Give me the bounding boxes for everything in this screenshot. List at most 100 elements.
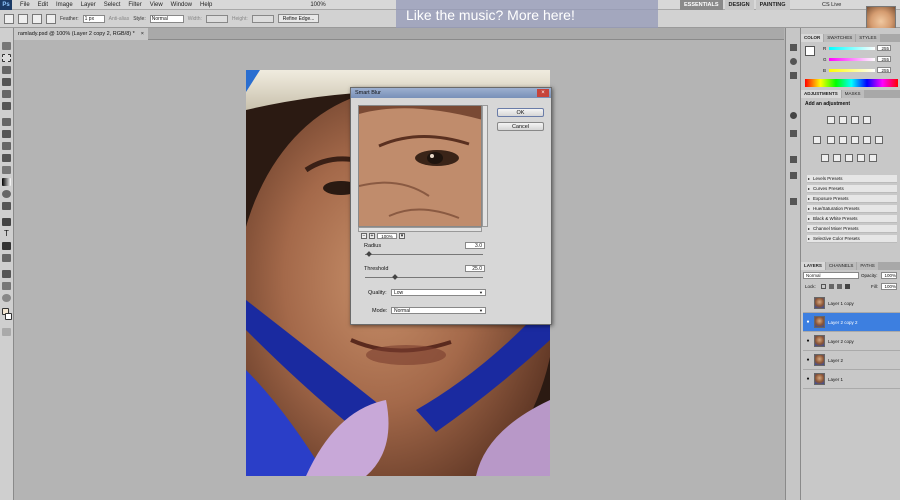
invert-icon[interactable] — [821, 154, 829, 162]
blur-tool-icon[interactable] — [2, 190, 11, 198]
subtract-selection-icon[interactable] — [46, 13, 56, 24]
cs-live-button[interactable]: CS Live — [822, 0, 841, 10]
crop-tool-icon[interactable] — [2, 90, 11, 98]
radius-slider-track[interactable] — [365, 254, 483, 255]
workspace-design[interactable]: DESIGN — [724, 0, 754, 10]
preset-black-white[interactable]: Black & White Presets — [807, 215, 897, 223]
info-panel-icon[interactable] — [790, 112, 797, 119]
feather-input[interactable]: 1 px — [82, 14, 105, 23]
paragraph-panel-icon[interactable] — [790, 198, 797, 205]
background-color-swatch[interactable] — [5, 313, 12, 320]
marquee-tool-icon[interactable] — [2, 54, 11, 62]
menu-file[interactable]: File — [16, 0, 34, 10]
threshold-slider-track[interactable] — [365, 277, 483, 278]
brush-tool-icon[interactable] — [2, 130, 11, 138]
opacity-input[interactable]: 100% — [881, 272, 897, 279]
tab-swatches[interactable]: SWATCHES — [824, 34, 856, 42]
zoom-menu-chevron-icon[interactable]: ▾ — [399, 233, 405, 239]
vibrance-icon[interactable] — [813, 136, 821, 144]
lock-image-icon[interactable] — [829, 284, 834, 289]
preset-channel-mixer[interactable]: Channel Mixer Presets — [807, 225, 897, 233]
menu-view[interactable]: View — [146, 0, 167, 10]
curves-icon[interactable] — [851, 116, 859, 124]
quick-select-tool-icon[interactable] — [2, 78, 11, 86]
height-input[interactable] — [251, 14, 274, 23]
character-panel-icon[interactable] — [790, 72, 797, 79]
tab-styles[interactable]: STYLES — [856, 34, 880, 42]
clone-stamp-tool-icon[interactable] — [2, 142, 11, 150]
preset-hue-saturation[interactable]: Hue/Saturation Presets — [807, 205, 897, 213]
hand-tool-icon[interactable] — [2, 282, 11, 290]
menu-image[interactable]: Image — [52, 0, 77, 10]
menu-select[interactable]: Select — [100, 0, 125, 10]
tab-adjustments[interactable]: ADJUSTMENTS — [801, 90, 841, 98]
menu-help[interactable]: Help — [196, 0, 216, 10]
dialog-title[interactable]: Smart Blur — [351, 88, 551, 98]
quick-mask-icon[interactable] — [2, 328, 11, 336]
black-white-icon[interactable] — [851, 136, 859, 144]
tab-paths[interactable]: PATHS — [857, 262, 878, 270]
workspace-painting[interactable]: PAINTING — [755, 0, 790, 10]
layer-row[interactable]: Layer 1 copy — [803, 294, 900, 313]
menu-layer[interactable]: Layer — [77, 0, 100, 10]
gradient-tool-icon[interactable] — [2, 178, 11, 186]
actions-panel-icon[interactable] — [790, 58, 797, 65]
blend-mode-select[interactable]: Normal — [803, 272, 859, 279]
threshold-icon[interactable] — [845, 154, 853, 162]
add-selection-icon[interactable] — [32, 13, 42, 24]
filter-preview[interactable] — [358, 105, 482, 227]
zoom-out-button[interactable]: − — [361, 233, 367, 239]
radius-slider-thumb[interactable] — [365, 251, 372, 257]
hue-saturation-icon[interactable] — [827, 136, 835, 144]
visibility-eye-icon[interactable]: ● — [805, 338, 811, 344]
selective-color-icon[interactable] — [869, 154, 877, 162]
move-tool-icon[interactable] — [2, 42, 11, 50]
tab-layers[interactable]: LAYERS — [801, 262, 825, 270]
clone-source-panel-icon[interactable] — [790, 172, 797, 179]
anti-alias-checkbox[interactable]: Anti-alias — [109, 16, 130, 22]
type-tool-icon[interactable]: T — [2, 230, 11, 238]
document-tab[interactable]: ramlady.psd @ 100% (Layer 2 copy 2, RGB/… — [14, 28, 148, 40]
color-spectrum-bar[interactable] — [805, 79, 898, 87]
color-balance-icon[interactable] — [839, 136, 847, 144]
posterize-icon[interactable] — [833, 154, 841, 162]
channel-g-value[interactable]: 255 — [877, 56, 891, 62]
new-selection-icon[interactable] — [18, 13, 28, 24]
gradient-map-icon[interactable] — [857, 154, 865, 162]
exposure-icon[interactable] — [863, 116, 871, 124]
layer-row[interactable]: ● Layer 2 copy — [803, 332, 900, 351]
menu-edit[interactable]: Edit — [34, 0, 52, 10]
history-panel-icon[interactable] — [790, 44, 797, 51]
visibility-eye-icon[interactable]: ● — [805, 319, 811, 325]
close-tab-icon[interactable]: × — [141, 28, 144, 40]
preset-exposure[interactable]: Exposure Presets — [807, 195, 897, 203]
cancel-button[interactable]: Cancel — [497, 122, 544, 131]
channel-b-value[interactable]: 255 — [877, 67, 891, 73]
healing-brush-tool-icon[interactable] — [2, 118, 11, 126]
style-select[interactable]: Normal — [149, 14, 184, 23]
eraser-tool-icon[interactable] — [2, 166, 11, 174]
marquee-tool-preset-icon[interactable] — [4, 13, 14, 24]
zoom-level[interactable]: 100% — [306, 0, 329, 10]
visibility-eye-icon[interactable]: ● — [805, 357, 811, 363]
close-icon[interactable]: × — [537, 89, 549, 97]
dodge-tool-icon[interactable] — [2, 202, 11, 210]
visibility-eye-icon[interactable]: ● — [805, 376, 811, 382]
shape-tool-icon[interactable] — [2, 254, 11, 262]
history-brush-tool-icon[interactable] — [2, 154, 11, 162]
menu-window[interactable]: Window — [167, 0, 196, 10]
threshold-slider-thumb[interactable] — [391, 274, 398, 280]
preset-levels[interactable]: Levels Presets — [807, 175, 897, 183]
ok-button[interactable]: OK — [497, 108, 544, 117]
photo-filter-icon[interactable] — [863, 136, 871, 144]
navigator-panel-icon[interactable] — [790, 130, 797, 137]
levels-icon[interactable] — [839, 116, 847, 124]
channel-g-slider[interactable] — [829, 57, 875, 61]
channel-mixer-icon[interactable] — [875, 136, 883, 144]
workspace-essentials[interactable]: ESSENTIALS — [680, 0, 723, 10]
visibility-eye-icon[interactable] — [805, 301, 811, 306]
lock-position-icon[interactable] — [837, 284, 842, 289]
preview-vertical-scrollbar[interactable] — [482, 105, 488, 227]
tab-color[interactable]: COLOR — [801, 34, 824, 42]
brightness-contrast-icon[interactable] — [827, 116, 835, 124]
